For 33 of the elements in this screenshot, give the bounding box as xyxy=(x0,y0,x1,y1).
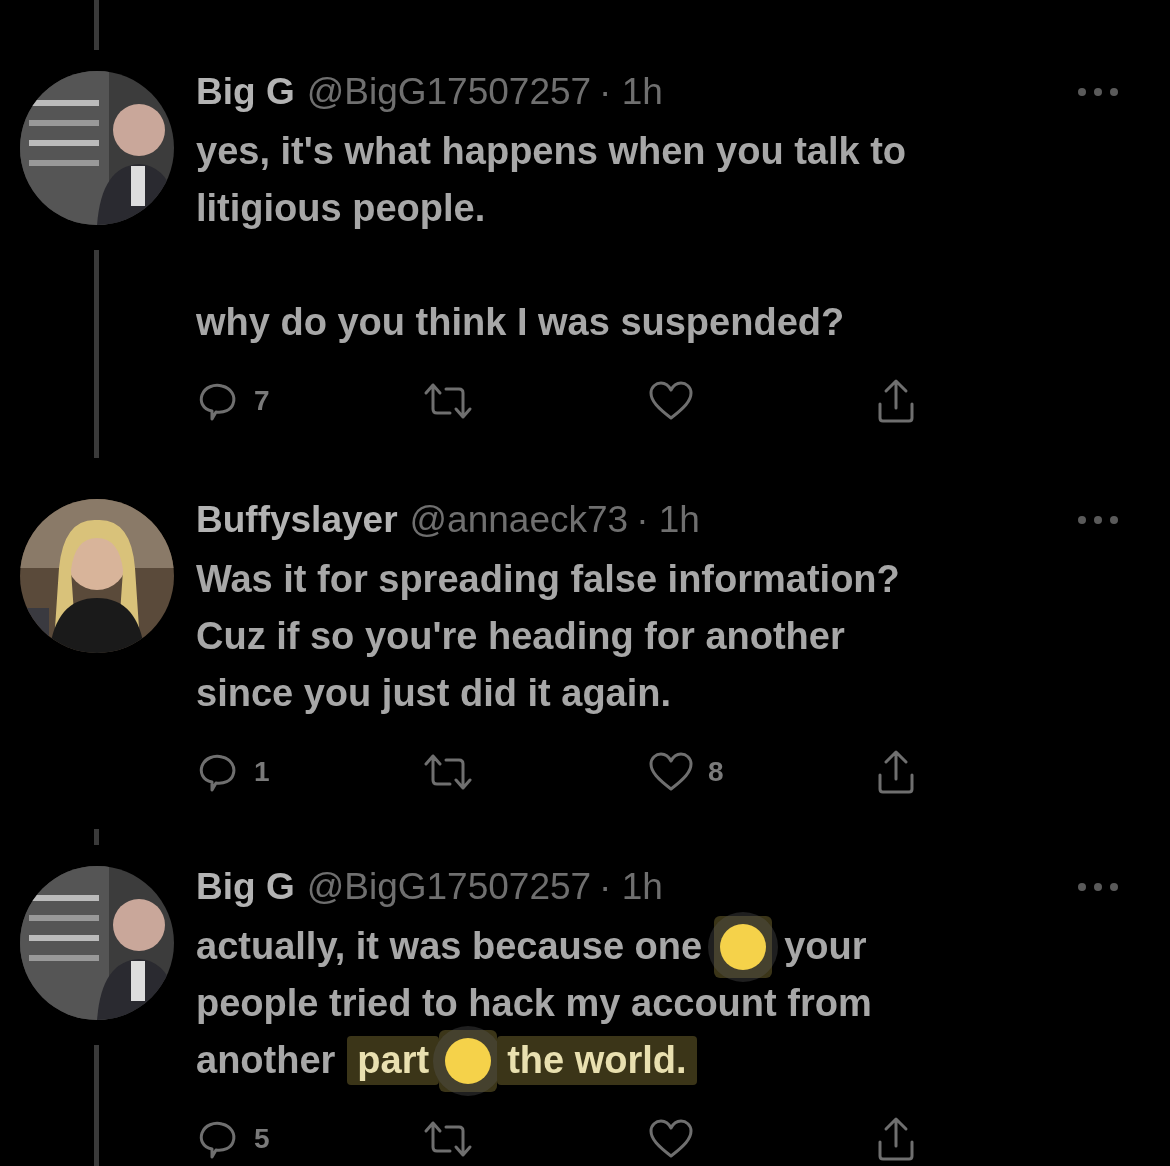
user-handle: @BigG17507257 xyxy=(306,865,592,910)
tweet-text: yes, it's what happens when you talk to xyxy=(196,128,907,174)
tweet-text: why do you think I was suspended? xyxy=(196,299,845,345)
tweet-text: actually, it was because one xyxy=(196,923,703,969)
more-icon[interactable] xyxy=(1076,881,1120,893)
display-name: Big G xyxy=(196,865,295,910)
heart-icon[interactable] xyxy=(648,380,694,422)
tweet-text: people tried to hack my account from xyxy=(196,980,872,1026)
tweet-text: your xyxy=(784,923,867,969)
selection-handle[interactable] xyxy=(439,1029,498,1092)
selection-handle[interactable] xyxy=(714,915,773,978)
timestamp: · 1h xyxy=(636,498,700,543)
tweet-text: another xyxy=(196,1037,336,1083)
heart-icon[interactable] xyxy=(648,1118,694,1160)
tweet-text: litigious people. xyxy=(196,185,486,231)
tweet-text: Cuz if so you're heading for another xyxy=(196,613,845,659)
tweet-text: Was it for spreading false information? xyxy=(196,556,900,602)
user-handle: @BigG17507257 xyxy=(306,70,592,115)
heart-icon[interactable] xyxy=(648,751,694,793)
selected-text: the world. xyxy=(497,1035,697,1086)
user-handle: @annaeck73 xyxy=(409,498,629,543)
display-name: Big G xyxy=(196,70,295,115)
timestamp: · 1h xyxy=(599,865,663,910)
reply-count: 7 xyxy=(254,384,270,418)
more-icon[interactable] xyxy=(1076,86,1120,98)
more-icon[interactable] xyxy=(1076,514,1120,526)
reply-count: 5 xyxy=(254,1122,270,1156)
display-name: Buffyslayer xyxy=(196,498,398,543)
tweet-text: since you just did it again. xyxy=(196,670,672,716)
like-count: 8 xyxy=(708,755,724,789)
reply-count: 1 xyxy=(254,755,270,789)
timestamp: · 1h xyxy=(599,70,663,115)
selected-text: part xyxy=(347,1035,440,1086)
